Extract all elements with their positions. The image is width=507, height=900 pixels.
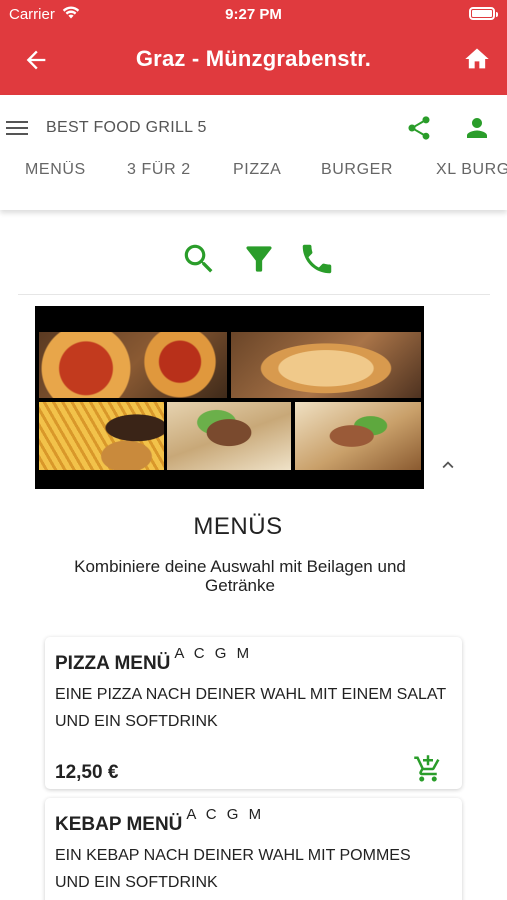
category-tabs: MENÜS 3 FÜR 2 PIZZA BURGER XL BURGER xyxy=(0,161,507,185)
tab-3-fuer-2[interactable]: 3 FÜR 2 xyxy=(127,161,191,179)
kebab-photo xyxy=(167,402,291,470)
product-name: PIZZA MENÜ xyxy=(55,653,171,674)
account-button[interactable] xyxy=(462,113,492,143)
product-title: PIZZA MENÜ A C G M xyxy=(55,645,252,675)
add-shopping-cart-icon xyxy=(413,754,443,784)
chevron-up-icon xyxy=(437,454,459,476)
section-title: MENÜS xyxy=(193,513,283,540)
hamburger-menu-icon xyxy=(6,117,28,139)
allergen-codes: A C G M xyxy=(174,645,253,662)
account-icon xyxy=(462,113,492,143)
burger-fries-photo xyxy=(39,402,164,470)
toolbar xyxy=(0,240,507,284)
pizza-photo xyxy=(39,332,227,398)
product-price: 12,50 € xyxy=(55,762,119,783)
status-bar: Carrier 9:27 PM xyxy=(0,0,507,30)
calzone-photo xyxy=(231,332,421,398)
search-icon xyxy=(180,240,218,278)
tab-pizza[interactable]: PIZZA xyxy=(233,161,281,179)
clock: 9:27 PM xyxy=(225,6,282,23)
shop-header: BEST FOOD GRILL 5 MENÜS 3 FÜR 2 PIZZA BU… xyxy=(0,95,507,210)
share-button[interactable] xyxy=(405,114,433,142)
battery-icon xyxy=(469,7,498,20)
wrap-photo xyxy=(295,402,421,470)
add-to-cart-button[interactable] xyxy=(413,754,443,784)
product-title: KEBAP MENÜ A C G M xyxy=(55,806,264,836)
tab-xl-burger[interactable]: XL BURGER xyxy=(436,161,507,179)
product-description: EINE PIZZA NACH DEINER WAHL MIT EINEM SA… xyxy=(55,686,446,730)
call-button[interactable] xyxy=(298,240,336,280)
product-description: EIN KEBAP NACH DEINER WAHL MIT POMMES UN… xyxy=(55,847,411,891)
share-icon xyxy=(405,114,433,142)
tab-burger[interactable]: BURGER xyxy=(321,161,393,179)
product-card[interactable]: PIZZA MENÜ A C G M EINE PIZZA NACH DEINER… xyxy=(45,637,462,789)
back-button[interactable] xyxy=(22,46,50,74)
tab-menus[interactable]: MENÜS xyxy=(25,161,86,179)
allergen-codes: A C G M xyxy=(186,806,265,823)
product-card[interactable]: KEBAP MENÜ A C G M EIN KEBAP NACH DEINER … xyxy=(45,798,462,900)
shop-name: BEST FOOD GRILL 5 xyxy=(46,119,207,136)
filter-button[interactable] xyxy=(240,240,278,280)
phone-icon xyxy=(298,240,336,278)
menu-button[interactable] xyxy=(6,117,28,139)
collapse-button[interactable] xyxy=(437,454,459,476)
page-title: Graz - Münzgrabenstr. xyxy=(135,46,372,71)
category-banner-image xyxy=(35,306,424,489)
search-button[interactable] xyxy=(180,240,218,280)
section-subtitle: Kombiniere deine Auswahl mit Beilagen un… xyxy=(74,557,406,595)
arrow-back-icon xyxy=(22,46,50,74)
home-icon xyxy=(463,45,491,73)
divider xyxy=(18,294,490,295)
filter-icon xyxy=(240,240,278,278)
product-name: KEBAP MENÜ xyxy=(55,814,183,835)
home-button[interactable] xyxy=(463,45,491,73)
